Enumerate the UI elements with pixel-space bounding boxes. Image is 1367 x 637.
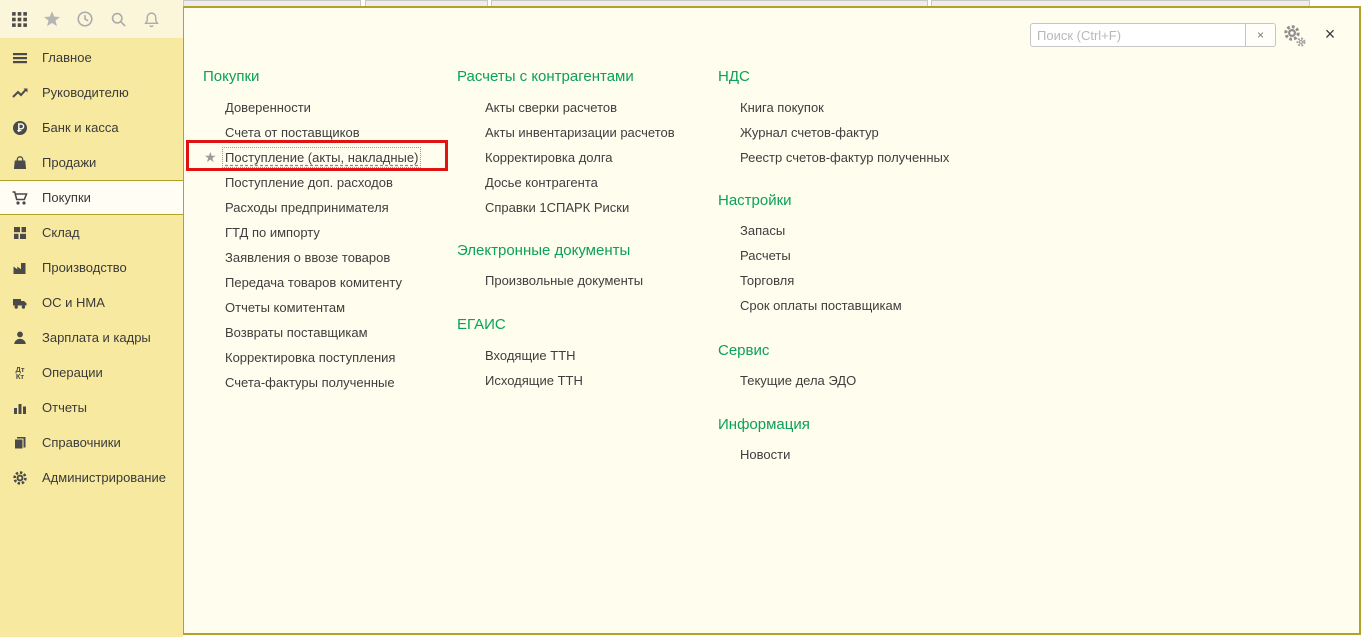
link-vozvraty-postavshchikam[interactable]: Возвраты поставщикам <box>225 320 418 345</box>
app-window: Главное Руководителю Банк и касса Продаж… <box>0 0 1367 637</box>
search-magnifier-icon[interactable] <box>109 10 127 28</box>
notifications-bell-icon[interactable] <box>142 10 160 28</box>
trend-arrow-icon <box>12 85 28 101</box>
link-otchety-komitentam[interactable]: Отчеты комитентам <box>225 295 418 320</box>
section-header-pokupki[interactable]: Покупки <box>203 68 259 85</box>
sidebar-item-label: Администрирование <box>42 470 166 485</box>
sidebar-item-label: Банк и касса <box>42 120 119 135</box>
link-dosye-kontragenta[interactable]: Досье контрагента <box>485 170 675 195</box>
link-doverennosti[interactable]: Доверенности <box>225 95 418 120</box>
link-list-informatsiya: Новости <box>740 442 790 467</box>
link-spravki-1spark[interactable]: Справки 1СПАРК Риски <box>485 195 675 220</box>
books-icon <box>12 435 28 451</box>
section-header-elektronnye-dokumenty[interactable]: Электронные документы <box>457 242 630 259</box>
link-tekushchie-dela-edo[interactable]: Текущие дела ЭДО <box>740 368 856 393</box>
bar-chart-icon <box>12 400 28 416</box>
sidebar-item-zarplata-i-kadry[interactable]: Зарплата и кадры <box>0 320 183 355</box>
sidebar-item-proizvodstvo[interactable]: Производство <box>0 250 183 285</box>
link-korrektirovka-dolga[interactable]: Корректировка долга <box>485 145 675 170</box>
link-novosti[interactable]: Новости <box>740 442 790 467</box>
link-list-elektronnye-dokumenty: Произвольные документы <box>485 268 643 293</box>
link-vkhodyashchie-ttn[interactable]: Входящие ТТН <box>485 343 583 368</box>
gear-icon <box>12 470 28 486</box>
sidebar-item-label: Покупки <box>42 190 91 205</box>
link-zapasy[interactable]: Запасы <box>740 218 902 243</box>
truck-icon <box>12 295 28 311</box>
sidebar-item-bank-i-kassa[interactable]: Банк и касса <box>0 110 183 145</box>
sidebar-item-glavnoe[interactable]: Главное <box>0 40 183 75</box>
sidebar-item-prodazhi[interactable]: Продажи <box>0 145 183 180</box>
link-peredacha-tovarov-komitentu[interactable]: Передача товаров комитенту <box>225 270 418 295</box>
highlight-annotation-box <box>186 140 448 171</box>
section-sidebar: Главное Руководителю Банк и касса Продаж… <box>0 38 183 637</box>
sidebar-item-label: Отчеты <box>42 400 87 415</box>
section-header-nds[interactable]: НДС <box>718 68 750 85</box>
menu-icon <box>12 50 28 66</box>
link-zhurnal-schetov-faktur[interactable]: Журнал счетов-фактур <box>740 120 949 145</box>
link-list-nastroyki: Запасы Расчеты Торговля Срок оплаты пост… <box>740 218 902 318</box>
sidebar-item-otchety[interactable]: Отчеты <box>0 390 183 425</box>
sidebar-item-label: Производство <box>42 260 127 275</box>
settings-gears-icon[interactable] <box>1279 21 1309 51</box>
favorites-star-icon[interactable] <box>43 10 61 28</box>
section-header-informatsiya[interactable]: Информация <box>718 416 810 433</box>
factory-icon <box>12 260 28 276</box>
sidebar-item-label: ОС и НМА <box>42 295 105 310</box>
link-list-nds: Книга покупок Журнал счетов-фактур Реест… <box>740 95 949 170</box>
sidebar-item-rukovoditelyu[interactable]: Руководителю <box>0 75 183 110</box>
close-icon[interactable]: × <box>1320 22 1340 46</box>
link-scheta-faktury-poluchennye[interactable]: Счета-фактуры полученные <box>225 370 418 395</box>
sidebar-item-pokupki[interactable]: Покупки <box>0 180 183 215</box>
sidebar-item-label: Зарплата и кадры <box>42 330 151 345</box>
section-header-egais[interactable]: ЕГАИС <box>457 316 506 333</box>
link-list-servis: Текущие дела ЭДО <box>740 368 856 393</box>
dt-kt-icon: Дт Кт <box>15 364 25 381</box>
ruble-coin-icon <box>12 120 28 136</box>
shopping-cart-icon <box>12 190 28 206</box>
link-proizvolnye-dokumenty[interactable]: Произвольные документы <box>485 268 643 293</box>
link-list-raschety: Акты сверки расчетов Акты инвентаризации… <box>485 95 675 220</box>
sidebar-item-label: Главное <box>42 50 92 65</box>
quick-toolbar <box>0 0 183 38</box>
section-header-nastroyki[interactable]: Настройки <box>718 192 792 209</box>
section-panel-pokupki: Покупки Доверенности Счета от поставщико… <box>183 6 1361 635</box>
search-clear-button[interactable]: × <box>1246 23 1276 47</box>
link-akty-inventarizatsii[interactable]: Акты инвентаризации расчетов <box>485 120 675 145</box>
link-reestr-schetov-faktur[interactable]: Реестр счетов-фактур полученных <box>740 145 949 170</box>
sidebar-item-spravochniki[interactable]: Справочники <box>0 425 183 460</box>
sidebar-item-label: Справочники <box>42 435 121 450</box>
search-input[interactable] <box>1030 23 1246 47</box>
link-iskhodyashchie-ttn[interactable]: Исходящие ТТН <box>485 368 583 393</box>
link-korrektirovka-postupleniya[interactable]: Корректировка поступления <box>225 345 418 370</box>
link-zayavleniya-o-vvoze[interactable]: Заявления о ввозе товаров <box>225 245 418 270</box>
sidebar-item-label: Продажи <box>42 155 97 170</box>
link-list-egais: Входящие ТТН Исходящие ТТН <box>485 343 583 393</box>
apps-grid-icon[interactable] <box>10 10 28 28</box>
sidebar-item-operatsii[interactable]: Дт Кт Операции <box>0 355 183 390</box>
link-postuplenie-dop-raskhodov[interactable]: Поступление доп. расходов <box>225 170 418 195</box>
link-raschety[interactable]: Расчеты <box>740 243 902 268</box>
link-kniga-pokupok[interactable]: Книга покупок <box>740 95 949 120</box>
section-header-raschety[interactable]: Расчеты с контрагентами <box>457 68 634 85</box>
warehouse-grid-icon <box>12 225 28 241</box>
sidebar-item-label: Операции <box>42 365 103 380</box>
sidebar-item-os-i-nma[interactable]: ОС и НМА <box>0 285 183 320</box>
link-akty-sverki[interactable]: Акты сверки расчетов <box>485 95 675 120</box>
sidebar-item-sklad[interactable]: Склад <box>0 215 183 250</box>
sidebar-item-administrirovanie[interactable]: Администрирование <box>0 460 183 495</box>
link-srok-oplaty[interactable]: Срок оплаты поставщикам <box>740 293 902 318</box>
sidebar-item-label: Склад <box>42 225 80 240</box>
person-icon <box>12 330 28 346</box>
sidebar-item-label: Руководителю <box>42 85 129 100</box>
link-torgovlya[interactable]: Торговля <box>740 268 902 293</box>
section-header-servis[interactable]: Сервис <box>718 342 769 359</box>
link-raskhody-predprinimatelya[interactable]: Расходы предпринимателя <box>225 195 418 220</box>
shopping-bag-icon <box>12 155 28 171</box>
history-clock-icon[interactable] <box>76 10 94 28</box>
link-gtd-po-importu[interactable]: ГТД по импорту <box>225 220 418 245</box>
